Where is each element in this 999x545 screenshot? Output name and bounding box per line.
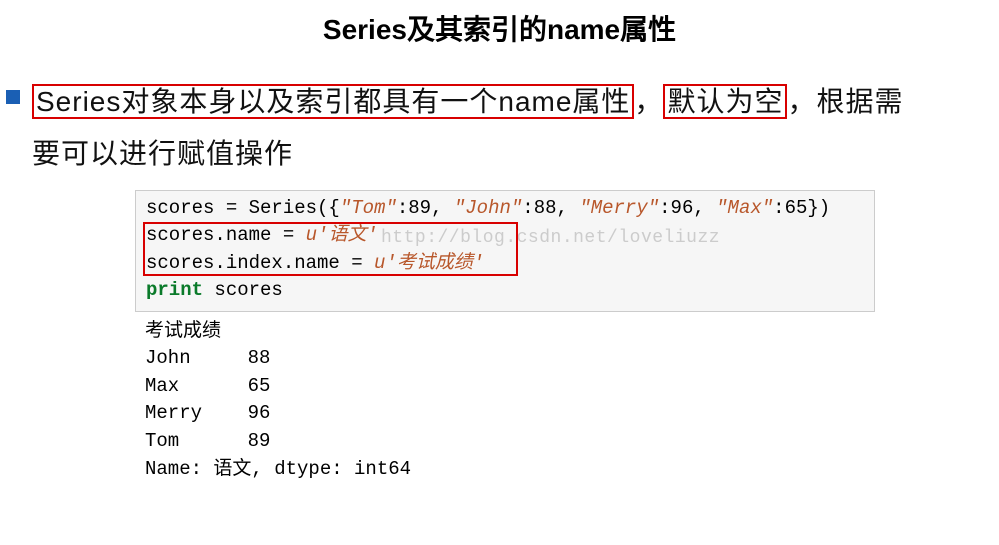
output-line: John 88 [145, 347, 270, 369]
bullet-item: Series对象本身以及索引都具有一个name属性，默认为空，根据需要可以进行赋… [0, 76, 999, 180]
highlight-box-2: 默认为空 [663, 84, 787, 119]
output-block: 考试成绩 John 88 Max 65 Merry 96 Tom 89 Name… [135, 312, 875, 483]
text-comma: ， [634, 86, 663, 117]
bullet-square-icon [6, 90, 20, 104]
highlight-box-1: Series对象本身以及索引都具有一个name属性 [32, 84, 634, 119]
text-comma: ， [787, 86, 816, 117]
output-line: Tom 89 [145, 430, 270, 452]
code-area: http://blog.csdn.net/loveliuzz scores = … [135, 190, 875, 483]
text-segment: 要可以进行赋值操作 [32, 138, 293, 169]
output-line: Merry 96 [145, 402, 270, 424]
output-line: 考试成绩 [145, 320, 221, 342]
page-title: Series及其索引的name属性 [0, 8, 999, 48]
description-text: Series对象本身以及索引都具有一个name属性，默认为空，根据需要可以进行赋… [32, 76, 903, 180]
code-line-1: scores = Series({"Tom":89, "John":88, "M… [146, 195, 864, 223]
code-line-3: scores.index.name = u'考试成绩' [146, 250, 864, 278]
output-line: Max 65 [145, 375, 270, 397]
code-block: http://blog.csdn.net/loveliuzz scores = … [135, 190, 875, 312]
code-line-4: print scores [146, 277, 864, 305]
code-line-2: scores.name = u'语文' [146, 222, 864, 250]
text-segment: 根据需 [816, 86, 903, 117]
output-line: Name: 语文, dtype: int64 [145, 458, 411, 480]
